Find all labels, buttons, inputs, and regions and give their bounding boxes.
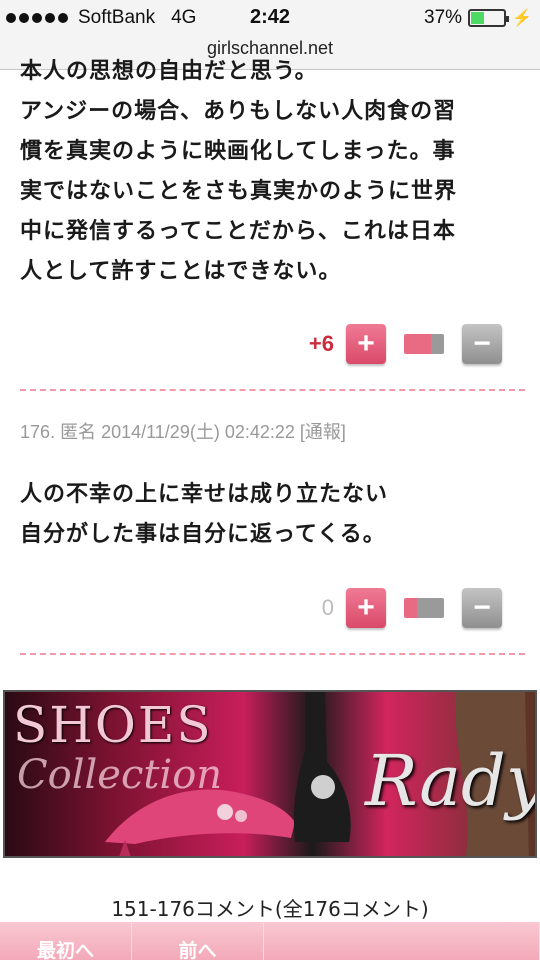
report-link[interactable]: [通報] [300,422,346,442]
minus-button[interactable]: − [462,588,502,628]
vote-count: +6 [308,331,334,356]
comment-line: 人として許すことはできない。 [20,259,342,284]
battery-icon [468,9,510,27]
minus-button[interactable]: − [462,324,502,364]
plus-button[interactable]: + [346,588,386,628]
comment-line: 人の不幸の上に幸せは成り立たない [20,482,389,507]
vote-row: 0 + − [322,588,502,628]
comment-body: 人の不幸の上に幸せは成り立たない 自分がした事は自分に返ってくる。 [20,475,525,555]
shoes-banner-ad[interactable]: SHOES Collection Rady [3,690,537,858]
comment-author: 匿名 [60,422,97,442]
comment-count: 151-176コメント(全176コメント) [111,897,429,921]
first-page-button[interactable]: 最初へ [0,922,132,960]
comment-line: 慣を真実のように映画化してしまった。事 [20,139,456,164]
comment-date: 2014/11/29(土) 02:42:22 [101,422,295,442]
vote-ratio-bar [404,598,444,618]
charging-icon: ⚡ [512,10,532,27]
pagination: 最初へ 前へ [0,922,540,960]
banner-subtitle: Collection [17,752,223,798]
comment-meta: 176. 匿名 2014/11/29(土) 02:42:22 [通報] [20,418,346,444]
vote-count: 0 [321,595,334,620]
comment-divider [20,389,525,391]
banner-title: SHOES [13,696,213,754]
comment-divider [20,653,525,655]
comment-line: 本人の思想の自由だと思う。 [20,59,318,84]
comment-line: 自分がした事は自分に返ってくる。 [20,522,386,547]
comment-line: 中に発信するってことだから、これは日本 [20,219,456,244]
banner-brand: Rady [365,740,537,822]
status-right: 37% ⚡ [424,7,532,29]
plus-button[interactable]: + [346,324,386,364]
battery-percent: 37% [424,7,463,28]
comment-line: アンジーの場合、ありもしない人肉食の習 [20,99,457,124]
black-heel-shoe-image [293,692,351,842]
comment-line: 実ではないことをさも真実かのように世界 [20,179,458,204]
comment-number: 176. [20,422,56,442]
status-bar: SoftBank 4G 2:42 37% ⚡ [0,0,540,36]
vote-ratio-bar [404,334,444,354]
prev-page-button[interactable]: 前へ [132,922,264,960]
vote-row: +6 + − [309,324,502,364]
comment-body: 本人の思想の自由だと思う。 アンジーの場合、ありもしない人肉食の習 慣を真実のよ… [20,52,525,292]
pager-blank [264,922,540,960]
